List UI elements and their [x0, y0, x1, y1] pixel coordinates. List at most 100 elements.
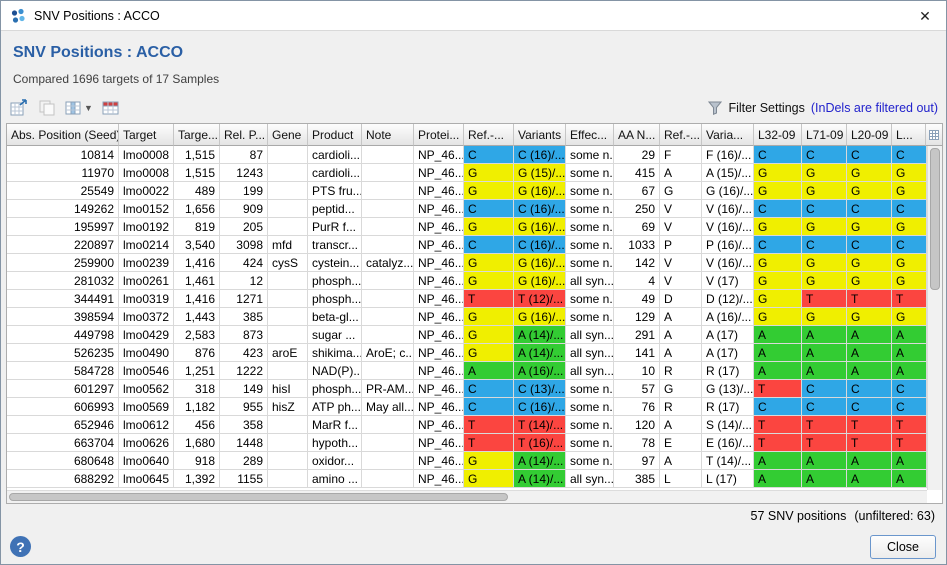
column-header[interactable]: Gene — [268, 124, 308, 146]
table-cell — [362, 416, 414, 434]
table-cell: G — [892, 218, 927, 236]
table-row[interactable]: 398594lmo03721,443385beta-gl...NP_46...G… — [7, 308, 927, 326]
table-cell: G (16)/... — [514, 254, 566, 272]
table-cell: G (16)/... — [514, 218, 566, 236]
column-header[interactable]: Rel. P... — [220, 124, 268, 146]
column-header[interactable]: L20-09 — [847, 124, 892, 146]
table-cell: G — [847, 182, 892, 200]
table-row[interactable]: 449798lmo04292,583873sugar ...NP_46...GA… — [7, 326, 927, 344]
filter-settings-button[interactable]: Filter Settings (InDels are filtered out… — [708, 97, 938, 119]
table-cell: NP_46... — [414, 362, 464, 380]
table-cell: C — [847, 380, 892, 398]
table-cell: 149 — [220, 380, 268, 398]
column-header[interactable]: Varia... — [702, 124, 754, 146]
table-cell: G — [754, 290, 802, 308]
vertical-scrollbar[interactable] — [927, 146, 942, 490]
table-cell — [362, 326, 414, 344]
table-cell: C — [464, 146, 514, 164]
page-title: SNV Positions : ACCO — [13, 44, 183, 62]
table-cell: 205 — [220, 218, 268, 236]
table-cell: G — [847, 272, 892, 290]
table-cell: G — [847, 164, 892, 182]
table-cell: cystein... — [308, 254, 362, 272]
table-row[interactable]: 601297lmo0562318149hisIphosph...PR-AM...… — [7, 380, 927, 398]
table-row[interactable]: 663704lmo06261,6801448hypoth...NP_46...T… — [7, 434, 927, 452]
table-row[interactable]: 149262lmo01521,656909peptid...NP_46...CC… — [7, 200, 927, 218]
column-header[interactable]: Ref.-... — [660, 124, 702, 146]
table-row[interactable]: 25549lmo0022489199PTS fru...NP_46...GG (… — [7, 182, 927, 200]
table-cell: NAD(P)... — [308, 362, 362, 380]
column-header[interactable]: Target — [119, 124, 174, 146]
table-row[interactable]: 10814lmo00081,51587cardioli...NP_46...CC… — [7, 146, 927, 164]
table-cell: L — [660, 470, 702, 488]
table-cell: some n... — [566, 236, 614, 254]
table-cell: C — [847, 146, 892, 164]
table-row[interactable]: 259900lmo02391,416424cysScystein...catal… — [7, 254, 927, 272]
window-close-button[interactable]: ✕ — [916, 7, 934, 25]
column-settings-button[interactable]: ▼ — [65, 97, 93, 119]
column-header[interactable]: Note — [362, 124, 414, 146]
table-cell: NP_46... — [414, 308, 464, 326]
horizontal-scrollbar[interactable] — [7, 490, 927, 503]
column-header[interactable]: Targe... — [174, 124, 220, 146]
table-row[interactable]: 220897lmo02143,5403098mfdtranscr...NP_46… — [7, 236, 927, 254]
table-cell: G — [754, 308, 802, 326]
table-cell: G — [660, 182, 702, 200]
table-cell: 1,443 — [174, 308, 220, 326]
table-cell: G — [802, 164, 847, 182]
help-button[interactable]: ? — [10, 536, 31, 557]
column-header[interactable]: Protei... — [414, 124, 464, 146]
table-cell: G (13)/... — [702, 380, 754, 398]
horizontal-scrollbar-thumb[interactable] — [9, 493, 508, 501]
table-row[interactable]: 652946lmo0612456358MarR f...NP_46...TT (… — [7, 416, 927, 434]
table-cell: all syn... — [566, 326, 614, 344]
column-header[interactable]: L71-09 — [802, 124, 847, 146]
table-cell: some n... — [566, 164, 614, 182]
column-header[interactable]: Effec... — [566, 124, 614, 146]
table-cell: C — [802, 146, 847, 164]
table-row[interactable]: 11970lmo00081,5151243cardioli...NP_46...… — [7, 164, 927, 182]
table-cell: A — [892, 452, 927, 470]
table-row[interactable]: 606993lmo05691,182955hisZATP ph...May al… — [7, 398, 927, 416]
table-cell: A — [847, 326, 892, 344]
table-cell: D — [660, 290, 702, 308]
column-header[interactable]: Product — [308, 124, 362, 146]
column-header[interactable]: L... — [892, 124, 927, 146]
export-image-button[interactable] — [10, 97, 29, 119]
table-cell: MarR f... — [308, 416, 362, 434]
table-corner-button[interactable] — [925, 124, 942, 146]
table-cell: T — [464, 290, 514, 308]
table-cell: 680648 — [7, 452, 119, 470]
table-cell: C — [892, 146, 927, 164]
table-cell: cardioli... — [308, 164, 362, 182]
column-header[interactable]: AA N... — [614, 124, 660, 146]
table-cell: R (17) — [702, 398, 754, 416]
table-cell: 1222 — [220, 362, 268, 380]
column-header[interactable]: L32-09 — [754, 124, 802, 146]
column-header[interactable]: Abs. Position (Seed) — [7, 124, 119, 146]
table-cell: T — [754, 434, 802, 452]
column-header[interactable]: Variants — [514, 124, 566, 146]
table-cell: AroE; c... — [362, 344, 414, 362]
table-row[interactable]: 526235lmo0490876423aroEshikima...AroE; c… — [7, 344, 927, 362]
table-row[interactable]: 688292lmo06451,3921155amino ...NP_46...G… — [7, 470, 927, 488]
column-header[interactable]: Ref.-... — [464, 124, 514, 146]
table-cell: NP_46... — [414, 380, 464, 398]
close-button[interactable]: Close — [870, 535, 936, 559]
copy-table-button[interactable] — [38, 97, 56, 119]
vertical-scrollbar-thumb[interactable] — [930, 148, 940, 290]
table-row[interactable]: 680648lmo0640918289oxidor...NP_46...GA (… — [7, 452, 927, 470]
table-cell: 652946 — [7, 416, 119, 434]
comparison-table-button[interactable] — [102, 97, 120, 119]
table-row[interactable]: 195997lmo0192819205PurR f...NP_46...GG (… — [7, 218, 927, 236]
table-cell: NP_46... — [414, 164, 464, 182]
table-row[interactable]: 344491lmo03191,4161271phosph...NP_46...T… — [7, 290, 927, 308]
table-row[interactable]: 281032lmo02611,46112phosph...NP_46...GG … — [7, 272, 927, 290]
table-cell: A (16)/... — [514, 362, 566, 380]
table-cell: 909 — [220, 200, 268, 218]
table-cell: C — [802, 398, 847, 416]
table-cell: A — [754, 452, 802, 470]
table-cell: NP_46... — [414, 452, 464, 470]
table-row[interactable]: 584728lmo05461,2511222NAD(P)...NP_46...A… — [7, 362, 927, 380]
table-cell: 1,515 — [174, 164, 220, 182]
